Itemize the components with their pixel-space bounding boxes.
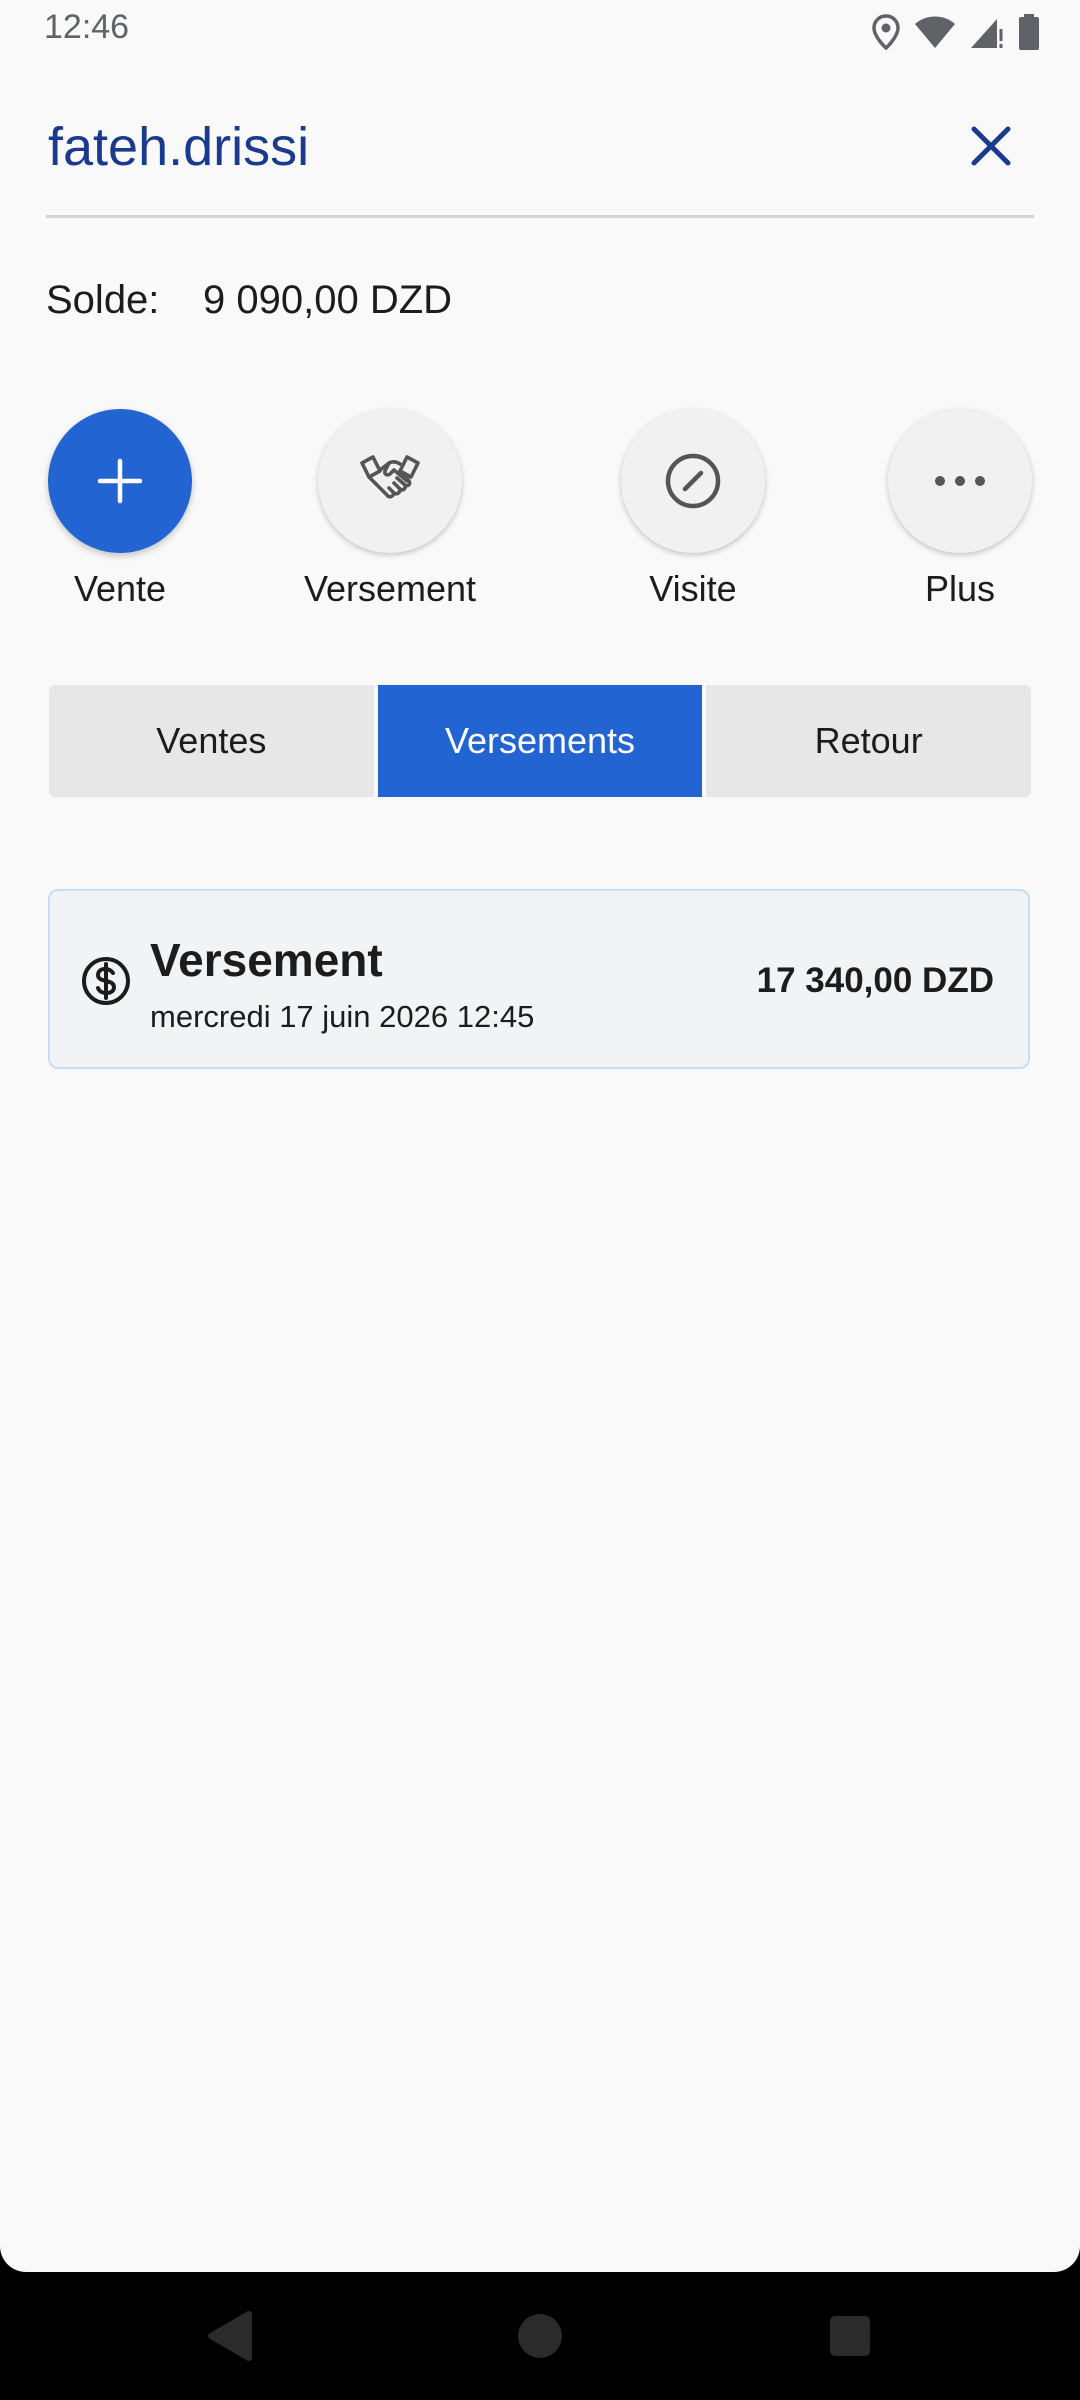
balance-label: Solde: [46, 278, 160, 322]
home-icon[interactable] [516, 2308, 564, 2364]
header-divider [46, 215, 1034, 218]
system-nav-bar [0, 2272, 1080, 2400]
payment-date: mercredi 17 juin 2026 12:45 [150, 999, 535, 1034]
plus-button[interactable] [888, 409, 1032, 553]
payment-amount: 17 340,00 DZD [756, 961, 994, 1000]
more-icon [935, 476, 985, 486]
status-time: 12:46 [44, 8, 130, 46]
visite-label: Visite [649, 568, 737, 609]
tab-retour[interactable]: Retour [706, 685, 1032, 797]
close-button[interactable] [948, 108, 1034, 184]
status-icons [872, 12, 1040, 52]
balance-value: 9 090,00 DZD [203, 278, 453, 322]
plus-icon [97, 458, 143, 504]
recents-icon[interactable] [826, 2308, 874, 2364]
close-icon [971, 126, 1011, 166]
plus-label: Plus [924, 568, 996, 609]
handshake-icon [360, 455, 420, 499]
signal-icon [971, 19, 1003, 48]
battery-icon [1019, 14, 1039, 50]
action-plus[interactable]: Plus [840, 409, 1080, 610]
vente-button[interactable] [48, 409, 192, 553]
versement-button[interactable] [318, 409, 462, 553]
status-bar: 12:46 [0, 0, 1080, 62]
action-versement[interactable]: Versement [270, 409, 510, 610]
action-vente[interactable]: Vente [0, 409, 240, 610]
user-name: fateh.drissi [48, 117, 310, 177]
payment-card[interactable]: Versement mercredi 17 juin 2026 12:45 17… [48, 889, 1030, 1069]
action-visite[interactable]: Visite [573, 409, 813, 610]
wifi-icon [915, 16, 955, 48]
tab-versements[interactable]: Versements [377, 685, 703, 797]
dollar-circle-icon [82, 957, 130, 1005]
visite-button[interactable] [621, 409, 765, 553]
payment-title: Versement [150, 934, 383, 986]
app-screen: 12:46 fateh.drissi Solde: 9 090,00 DZD V… [0, 0, 1080, 2272]
balance-row: Solde: 9 090,00 DZD [46, 278, 452, 323]
header: fateh.drissi [46, 108, 1034, 218]
location-icon [872, 14, 900, 50]
tab-ventes[interactable]: Ventes [49, 685, 374, 797]
tab-bar: Ventes Versements Retour [49, 685, 1032, 797]
vente-label: Vente [73, 568, 167, 609]
back-icon[interactable] [205, 2308, 253, 2364]
no-entry-icon [665, 453, 721, 509]
versement-label: Versement [303, 568, 477, 609]
